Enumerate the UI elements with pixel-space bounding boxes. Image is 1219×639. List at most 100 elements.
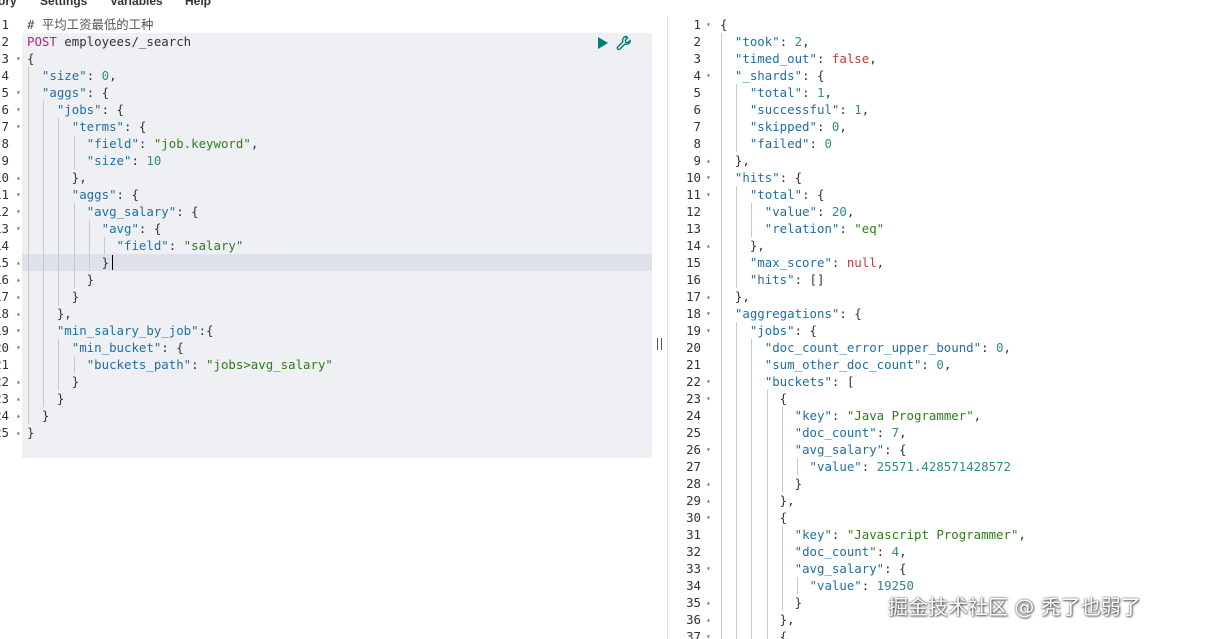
code-token: : { (138, 221, 162, 236)
code-token: POST (27, 34, 57, 49)
code-line: "sum_other_doc_count": 0, (720, 356, 952, 373)
line-number: 4 (1, 68, 9, 83)
fold-open-icon[interactable]: ▾ (706, 390, 711, 407)
fold-close-icon[interactable]: ▴ (16, 254, 21, 271)
fold-open-icon[interactable]: ▾ (706, 509, 711, 526)
fold-open-icon[interactable]: ▾ (706, 186, 711, 203)
code-token: "total" (749, 85, 803, 100)
code-token: , (1003, 340, 1011, 355)
fold-close-icon[interactable]: ▴ (706, 237, 711, 254)
code-token: "value" (764, 204, 817, 219)
fold-open-icon[interactable]: ▾ (706, 67, 711, 84)
code-token: : (809, 136, 825, 151)
fold-open-icon[interactable]: ▾ (706, 628, 711, 639)
code-token: }, (720, 289, 750, 304)
fold-close-icon[interactable]: ▴ (706, 594, 711, 611)
menu-settings[interactable]: Settings (40, 0, 87, 8)
fold-open-icon[interactable]: ▾ (16, 50, 21, 67)
code-token: "key" (794, 527, 832, 542)
fold-open-icon[interactable]: ▾ (706, 373, 711, 390)
code-line: "max_score": null, (720, 254, 884, 271)
code-line: "key": "Java Programmer", (720, 407, 982, 424)
code-token: : (816, 119, 832, 134)
menu-bar: ory Settings Variables Help (0, 0, 1219, 14)
fold-open-icon[interactable]: ▾ (706, 169, 711, 186)
code-token: "sum_other_doc_count" (764, 357, 922, 372)
code-token: } (27, 425, 35, 440)
request-editor[interactable]: 123▾45▾6▾7▾8910▴11▾12▾13▾1415▴16▴17▴18▴1… (0, 16, 652, 639)
response-viewer[interactable]: 1 ▾ 2 3 4 ▾ 5 6 7 8 9 ▴ 10 ▾ 11 ▾ 12 13 14 ▴ 15 16 17 ▴ 18 ▾ 19 ▾ 20… (667, 16, 1219, 639)
menu-help[interactable]: Help (185, 0, 211, 8)
code-token: : (831, 255, 847, 270)
menu-variables[interactable]: Variables (110, 0, 163, 8)
code-line: "size": 0, (27, 67, 117, 84)
code-token: : [ (831, 374, 855, 389)
request-content[interactable]: # 平均工资最低的工种 POST employees/_search{ "size… (22, 16, 652, 639)
wrench-icon[interactable] (616, 35, 632, 51)
fold-open-icon[interactable]: ▾ (706, 560, 711, 577)
fold-close-icon[interactable]: ▴ (16, 288, 21, 305)
line-number: 21 (0, 357, 9, 372)
code-token: { (27, 51, 35, 66)
menu-history[interactable]: ory (0, 0, 17, 8)
code-token: null (846, 255, 877, 270)
fold-close-icon[interactable]: ▴ (16, 373, 21, 390)
fold-close-icon[interactable]: ▴ (706, 492, 711, 509)
code-token: # 平均工资最低的工种 (27, 17, 154, 32)
fold-open-icon[interactable]: ▾ (706, 441, 711, 458)
fold-open-icon[interactable]: ▾ (706, 305, 711, 322)
code-token: "salary" (183, 238, 244, 253)
fold-close-icon[interactable]: ▴ (16, 407, 21, 424)
code-token: "failed" (749, 136, 810, 151)
pane-resizer[interactable] (652, 16, 667, 639)
fold-close-icon[interactable]: ▴ (16, 390, 21, 407)
code-token: "size" (86, 153, 132, 168)
fold-open-icon[interactable]: ▾ (16, 339, 21, 356)
line-number: 19 (686, 323, 701, 338)
code-line: "terms": { (27, 118, 147, 135)
code-line: }, (720, 288, 750, 305)
code-line: "timed_out": false, (720, 50, 877, 67)
fold-open-icon[interactable]: ▾ (16, 203, 21, 220)
code-token: : (779, 34, 795, 49)
code-token: : (981, 340, 997, 355)
fold-open-icon[interactable]: ▾ (16, 118, 21, 135)
indent-guide (797, 577, 798, 594)
fold-close-icon[interactable]: ▴ (16, 305, 21, 322)
line-number: 18 (0, 306, 9, 321)
fold-open-icon[interactable]: ▾ (16, 322, 21, 339)
code-token: : (802, 85, 817, 100)
fold-open-icon[interactable]: ▾ (16, 220, 21, 237)
code-token: , (876, 255, 885, 270)
fold-close-icon[interactable]: ▴ (706, 611, 711, 628)
code-token: , (861, 102, 870, 117)
fold-close-icon[interactable]: ▴ (16, 169, 21, 186)
fold-open-icon[interactable]: ▾ (706, 16, 711, 33)
line-number: 24 (686, 408, 701, 423)
fold-open-icon[interactable]: ▾ (16, 101, 21, 118)
indent-guide (736, 322, 738, 639)
fold-close-icon[interactable]: ▴ (16, 424, 21, 441)
fold-close-icon[interactable]: ▴ (16, 271, 21, 288)
line-number: 13 (0, 221, 9, 236)
code-line: "avg_salary": { (720, 560, 907, 577)
line-number: 3 (693, 51, 701, 66)
line-number: 14 (0, 238, 9, 253)
play-icon[interactable] (598, 37, 608, 49)
code-token: "skipped" (749, 119, 817, 134)
code-token: "total" (749, 187, 803, 202)
code-line: "_shards": { (720, 67, 825, 84)
fold-close-icon[interactable]: ▴ (706, 475, 711, 492)
fold-open-icon[interactable]: ▾ (16, 84, 21, 101)
fold-open-icon[interactable]: ▾ (16, 186, 21, 203)
fold-close-icon[interactable]: ▴ (706, 152, 711, 169)
code-line: } (27, 254, 109, 271)
fold-open-icon[interactable]: ▾ (706, 322, 711, 339)
fold-close-icon[interactable]: ▴ (706, 288, 711, 305)
code-token: } (27, 255, 110, 270)
code-token: "hits" (749, 272, 795, 287)
